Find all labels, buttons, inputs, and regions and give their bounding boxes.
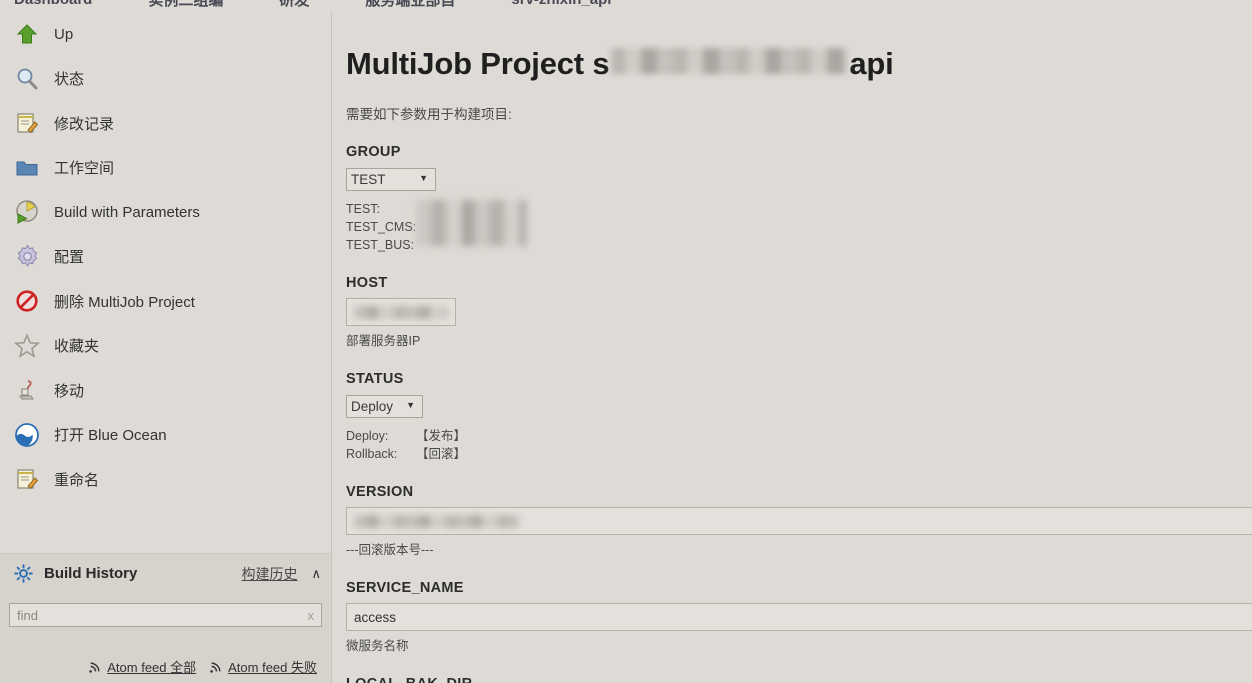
status-select[interactable]: Deploy Rollback — [346, 395, 423, 418]
status-desc-row: Deploy: 【发布】 — [346, 429, 467, 443]
param-label-service-name: SERVICE_NAME — [346, 580, 464, 596]
atom-feed-row: Atom feed 全部 Atom feed 失败 — [0, 637, 331, 683]
folder-icon — [12, 153, 42, 183]
star-icon — [12, 331, 42, 361]
main-content: MultiJob Project s api 需要如下参数用于构建项目: GRO… — [332, 12, 1252, 683]
atom-feed-all-label: Atom feed 全部 — [107, 659, 197, 675]
delete-forbidden-icon — [12, 286, 42, 316]
group-select[interactable]: TEST TEST_CMS TEST_BUS — [346, 168, 436, 191]
group-desc-row: TEST_BUS: — [346, 238, 415, 252]
clear-icon[interactable]: x — [308, 608, 315, 623]
param-label-group: GROUP — [346, 144, 401, 160]
sidebar-item-label: 工作空间 — [54, 160, 115, 178]
group-desc-row: TEST: — [346, 202, 381, 216]
atom-feed-all-link[interactable]: Atom feed 全部 — [89, 657, 196, 676]
notepad-pencil-icon — [12, 108, 42, 138]
sidebar-item-label: 删除 MultiJob Project — [54, 293, 195, 311]
sidebar-item-label: Up — [54, 25, 74, 43]
breadcrumb-item-0[interactable]: Dashboard — [14, 0, 92, 8]
param-label-host: HOST — [346, 275, 388, 291]
status-description: Deploy: 【发布】 Rollback: 【回滚】 — [346, 427, 1252, 463]
param-label-version: VERSION — [346, 484, 414, 500]
sidebar-item-changes[interactable]: 修改记录 — [0, 101, 331, 146]
redacted-host-value — [354, 305, 448, 319]
service-name-value: access — [354, 609, 397, 625]
build-history-search-input[interactable]: find x — [9, 603, 322, 627]
service-name-input[interactable]: access — [346, 603, 1252, 631]
sidebar-item-label: 收藏夹 — [54, 338, 100, 356]
sidebar-item-open-blue-ocean[interactable]: 打开 Blue Ocean — [0, 413, 331, 458]
search-placeholder: find — [17, 607, 38, 623]
build-history-title: Build History — [44, 565, 138, 582]
blue-ocean-icon — [12, 420, 42, 450]
sidebar-item-rename[interactable]: 重命名 — [0, 457, 331, 502]
sidebar-item-label: 修改记录 — [54, 115, 115, 133]
sidebar-item-workspace[interactable]: 工作空间 — [0, 146, 331, 191]
sidebar: Up 状态 修改记录 工作空间 Build with Parameters 配置… — [0, 12, 332, 683]
status-select-wrapper: Deploy Rollback ▼ — [346, 387, 423, 418]
build-history-icon — [12, 559, 34, 589]
sidebar-item-status[interactable]: 状态 — [0, 57, 331, 102]
redacted-title-segment — [611, 48, 848, 74]
sidebar-item-label: Build with Parameters — [54, 203, 200, 221]
chevron-up-icon[interactable]: ∧ — [311, 566, 321, 582]
rss-icon — [210, 660, 223, 673]
build-history-find-row: find x — [0, 593, 331, 637]
breadcrumb-item-3[interactable]: 服务端业部自 — [365, 0, 455, 10]
param-label-local-bak-dir: LOCAL_BAK_DIR — [346, 676, 1252, 683]
breadcrumb-item-1[interactable]: 实例二组编 — [148, 0, 223, 10]
sidebar-item-move[interactable]: 移动 — [0, 368, 331, 413]
breadcrumb: Dashboard 实例二组编 研发 服务端业部自 srv-zhixin_api — [0, 0, 1252, 12]
sidebar-item-label: 打开 Blue Ocean — [54, 427, 167, 445]
build-history-link[interactable]: 构建历史 — [241, 564, 297, 584]
param-label-status: STATUS — [346, 371, 404, 387]
sidebar-item-build-with-parameters[interactable]: Build with Parameters — [0, 190, 331, 235]
host-description: 部署服务器IP — [346, 334, 421, 348]
sidebar-item-favorites[interactable]: 收藏夹 — [0, 324, 331, 369]
rss-icon — [89, 660, 102, 673]
page-title: MultiJob Project s api — [346, 46, 1252, 82]
build-clock-play-icon — [12, 197, 42, 227]
sidebar-item-delete-project[interactable]: 删除 MultiJob Project — [0, 279, 331, 324]
page-title-suffix: api — [849, 46, 894, 81]
sidebar-item-label: 重命名 — [54, 471, 100, 489]
status-desc-row: Rollback: 【回滚】 — [346, 447, 467, 461]
atom-feed-failed-label: Atom feed 失败 — [228, 659, 317, 675]
magnifier-icon — [12, 64, 42, 94]
group-select-wrapper: TEST TEST_CMS TEST_BUS ▼ — [346, 160, 436, 191]
group-description: TEST: TEST_CMS: TEST_BUS: — [346, 200, 1252, 254]
service-name-description: 微服务名称 — [346, 639, 409, 653]
breadcrumb-item-2[interactable]: 研发 — [279, 0, 309, 10]
host-input[interactable] — [346, 298, 456, 326]
jenkins-build-with-parameters-page: Dashboard 实例二组编 研发 服务端业部自 srv-zhixin_api… — [0, 0, 1252, 683]
breadcrumb-item-4[interactable]: srv-zhixin_api — [511, 0, 611, 8]
page-title-prefix: MultiJob Project s — [346, 46, 610, 81]
gear-icon — [12, 242, 42, 272]
redacted-version-value — [354, 514, 519, 528]
intro-text: 需要如下参数用于构建项目: — [346, 107, 512, 122]
rename-notepad-icon — [12, 464, 42, 494]
sidebar-item-label: 配置 — [54, 249, 85, 267]
sidebar-item-label: 移动 — [54, 382, 85, 400]
sidebar-item-label: 状态 — [54, 71, 85, 89]
build-history-header: Build History 构建历史 ∧ — [0, 553, 331, 593]
sidebar-item-configure[interactable]: 配置 — [0, 235, 331, 280]
atom-feed-failed-link[interactable]: Atom feed 失败 — [210, 657, 317, 676]
version-description: ---回滚版本号--- — [346, 543, 434, 557]
sidebar-item-up[interactable]: Up — [0, 12, 331, 57]
version-input[interactable] — [346, 507, 1252, 535]
move-icon — [12, 375, 42, 405]
up-arrow-icon — [12, 19, 42, 49]
group-desc-row: TEST_CMS: — [346, 220, 417, 234]
